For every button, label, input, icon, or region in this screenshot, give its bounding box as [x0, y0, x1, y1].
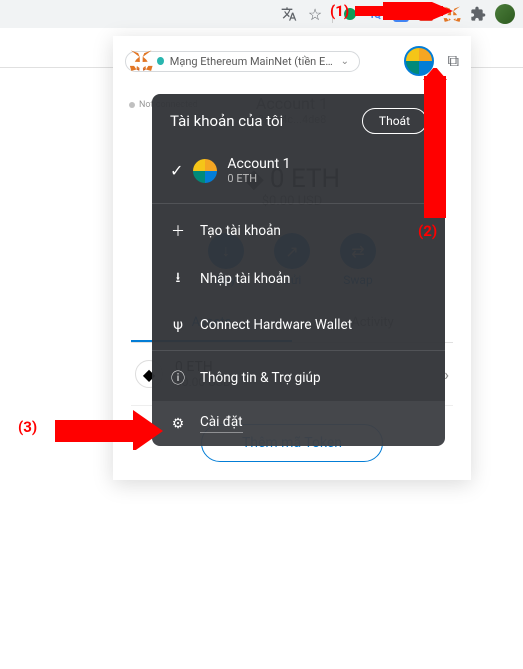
translate-icon[interactable] — [280, 5, 298, 23]
download-icon: ⭳ — [170, 267, 186, 291]
account-dropdown-menu: Tài khoản của tôi Thoát ✓ Account 1 0 ET… — [152, 94, 445, 446]
extensions-puzzle-icon[interactable] — [469, 5, 487, 23]
status-dot — [129, 102, 135, 108]
annotation-arrow-3 — [55, 410, 163, 450]
mini-avatar — [193, 159, 217, 183]
usb-icon: ψ — [170, 317, 186, 333]
menu-import-account[interactable]: ⭳ Nhập tài khoản — [152, 254, 445, 304]
annotation-arrow-2 — [415, 68, 455, 223]
star-icon[interactable]: ☆ — [306, 5, 324, 23]
chevron-down-icon: ⌄ — [341, 56, 349, 67]
menu-header: Tài khoản của tôi Thoát — [152, 94, 445, 148]
menu-account-balance: 0 ETH — [227, 172, 290, 185]
menu-item-label: Connect Hardware Wallet — [200, 317, 352, 333]
menu-account-name: Account 1 — [227, 156, 290, 172]
annotation-label-1: (1) — [330, 2, 349, 20]
check-icon: ✓ — [170, 161, 183, 180]
network-label: Mạng Ethereum MainNet (tiền ETH thật) — [170, 55, 335, 68]
menu-account-item[interactable]: ✓ Account 1 0 ETH — [152, 148, 445, 199]
menu-title: Tài khoản của tôi — [170, 112, 283, 130]
menu-create-account[interactable]: ＋ Tạo tài khoản — [152, 208, 445, 254]
info-icon: ⓘ — [170, 368, 186, 388]
menu-item-label: Cài đặt — [200, 414, 243, 433]
network-status-dot — [157, 57, 164, 65]
plus-icon: ＋ — [170, 221, 186, 241]
menu-hardware-wallet[interactable]: ψ Connect Hardware Wallet — [152, 304, 445, 346]
annotation-label-2: (2) — [418, 222, 437, 240]
menu-item-label: Nhập tài khoản — [200, 271, 291, 287]
menu-settings[interactable]: ⚙ Cài đặt — [152, 401, 445, 446]
profile-icon[interactable] — [495, 4, 515, 24]
menu-item-label: Thông tin & Trợ giúp — [200, 370, 321, 386]
annotation-arrow-1 — [355, 2, 455, 20]
gear-icon: ⚙ — [170, 416, 186, 432]
annotation-label-3: (3) — [18, 418, 37, 436]
menu-divider — [152, 203, 445, 204]
menu-divider — [152, 350, 445, 351]
menu-item-label: Tạo tài khoản — [200, 223, 281, 239]
menu-info-help[interactable]: ⓘ Thông tin & Trợ giúp — [152, 355, 445, 401]
network-selector[interactable]: Mạng Ethereum MainNet (tiền ETH thật) ⌄ — [125, 51, 360, 72]
